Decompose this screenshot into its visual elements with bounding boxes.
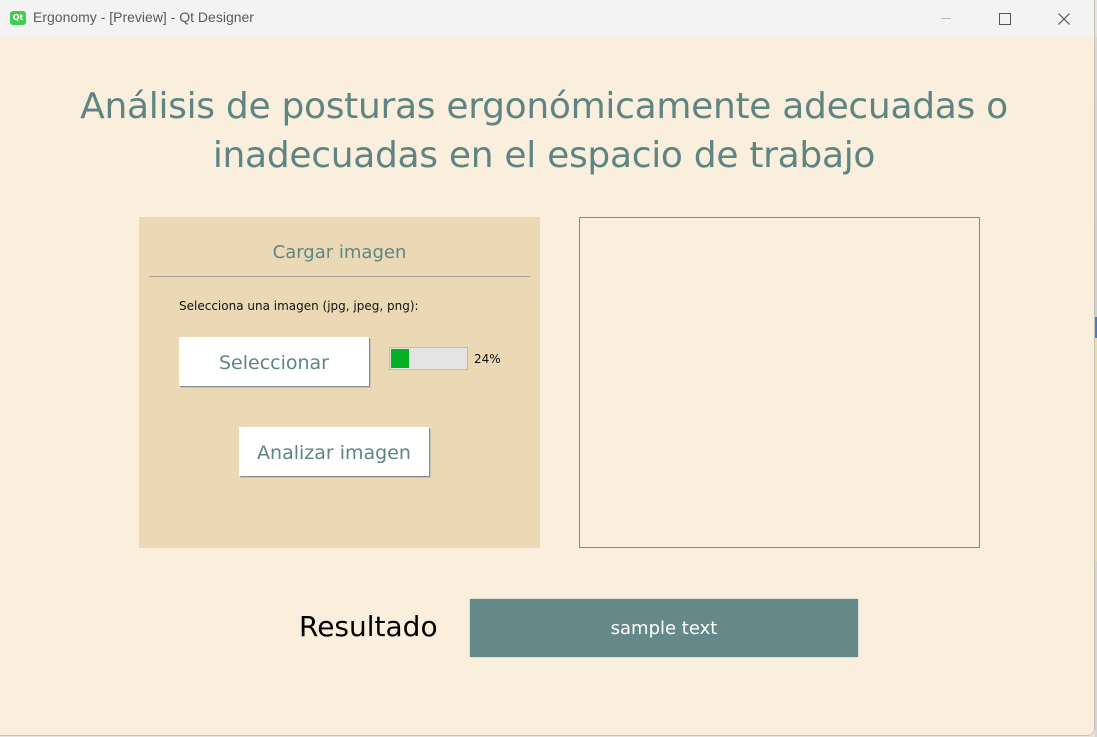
page-title-line-2: inadecuadas en el espacio de trabajo [212, 135, 876, 176]
main-window: Qt Ergonomy - [Preview] - Qt Designer An… [0, 0, 1095, 736]
progress-fill [391, 349, 409, 368]
maximize-icon [999, 12, 1011, 25]
panel-divider [149, 276, 530, 277]
close-icon [1058, 12, 1070, 25]
page-title-line-1: Análisis de posturas ergonómicamente ade… [80, 86, 1008, 127]
result-text: sample text [610, 617, 718, 639]
image-preview-frame [579, 217, 980, 548]
page-title: Análisis de posturas ergonómicamente ade… [40, 82, 1048, 180]
maximize-button[interactable] [976, 0, 1034, 37]
window-title: Ergonomy - [Preview] - Qt Designer [33, 9, 254, 25]
title-bar: Qt Ergonomy - [Preview] - Qt Designer [0, 0, 1094, 37]
select-image-button[interactable]: Seleccionar [179, 337, 369, 386]
minimize-button[interactable] [917, 0, 975, 37]
minimize-icon [941, 18, 951, 19]
result-label: Resultado [299, 610, 438, 643]
image-select-label: Selecciona una imagen (jpg, jpeg, png): [179, 299, 419, 313]
upload-panel: Cargar imagen Selecciona una imagen (jpg… [139, 217, 540, 548]
qt-designer-icon: Qt [10, 11, 26, 25]
upload-progress-bar [389, 347, 468, 370]
upload-panel-title: Cargar imagen [272, 242, 407, 263]
analyze-image-button[interactable]: Analizar imagen [239, 427, 429, 476]
close-button[interactable] [1035, 0, 1093, 37]
result-output: sample text [469, 598, 859, 658]
progress-percent: 24% [474, 352, 501, 366]
